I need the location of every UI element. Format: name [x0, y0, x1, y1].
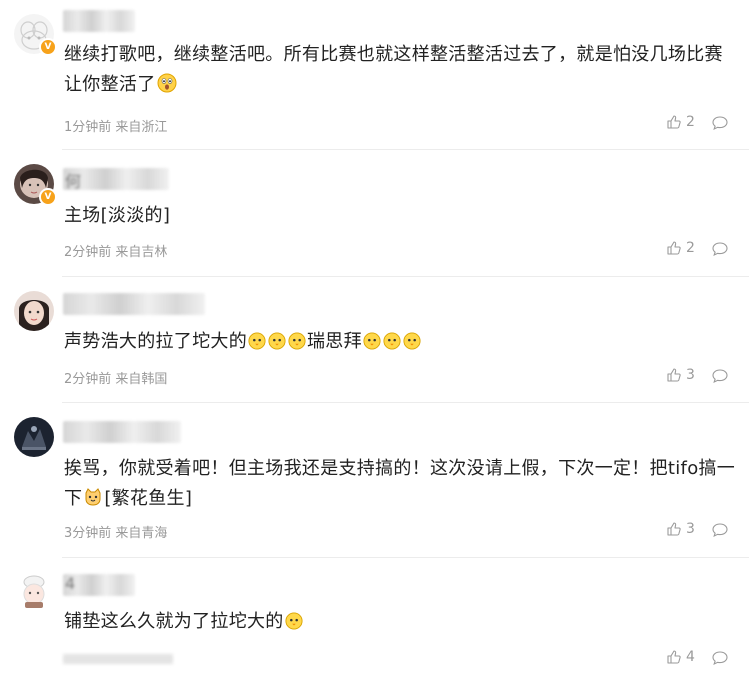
thumbs-up-icon — [667, 522, 681, 536]
like-button[interactable]: 2 — [666, 114, 695, 130]
thumbs-up-icon — [667, 241, 681, 255]
avatar[interactable]: V — [14, 164, 57, 206]
comment-item: 声势浩大的拉了坨大的 瑞思拜 2分钟前 来自韩国 3 — [0, 277, 749, 403]
reply-button[interactable] — [711, 522, 729, 542]
comment-text: 继续打歌吧，继续整活吧。所有比赛也就这样整活整活过去了，就是怕没几场比赛让你整活… — [64, 44, 723, 95]
chick-emoji-icon — [363, 332, 381, 350]
like-button[interactable]: 2 — [666, 240, 695, 256]
location: 来自浙江 — [115, 120, 168, 135]
like-button[interactable]: 4 — [666, 649, 695, 665]
username-blurred[interactable]: 4 — [63, 574, 135, 596]
comment-text: 主场[淡淡的] — [64, 205, 171, 226]
comment-item: V 何 主场[淡淡的] 2分钟前 来自吉林 2 — [0, 150, 749, 277]
username-blurred[interactable]: 何 — [63, 168, 169, 191]
like-count: 2 — [686, 240, 695, 256]
reply-button[interactable] — [711, 650, 729, 670]
reply-button[interactable] — [711, 241, 729, 261]
chick-emoji-icon — [288, 332, 306, 350]
chick-emoji-icon — [383, 332, 401, 350]
timestamp: 2分钟前 — [64, 245, 112, 260]
comment-bubble-icon — [712, 369, 728, 384]
thumbs-up-icon — [667, 650, 681, 664]
comment-bubble-icon — [712, 242, 728, 257]
timestamp: 3分钟前 — [64, 526, 112, 541]
like-count: 4 — [686, 649, 695, 665]
thumbs-up-icon — [667, 368, 681, 382]
username-blurred[interactable] — [63, 293, 205, 315]
chick-emoji-icon — [285, 612, 303, 630]
like-button[interactable]: 3 — [666, 367, 695, 383]
username-blurred[interactable] — [63, 421, 181, 443]
reply-button[interactable] — [711, 115, 729, 135]
comment-meta: 2分钟前 来自韩国 — [64, 368, 167, 387]
comment-bubble-icon — [712, 523, 728, 538]
username-blurred[interactable] — [63, 10, 135, 32]
user-photo-avatar — [14, 417, 54, 457]
comment-meta-blurred — [63, 654, 173, 664]
user-photo-avatar — [14, 572, 54, 612]
comment-meta: 1分钟前 来自浙江 — [64, 116, 167, 135]
like-count: 3 — [686, 367, 695, 383]
comment-text: 挨骂，你就受着吧！但主场我还是支持搞的！这次没请上假，下次一定！把tifo搞一下… — [64, 458, 736, 509]
avatar[interactable] — [14, 572, 54, 612]
like-count: 2 — [686, 114, 695, 130]
comment-meta: 2分钟前 来自吉林 — [64, 241, 167, 260]
comment-item: 挨骂，你就受着吧！但主场我还是支持搞的！这次没请上假，下次一定！把tifo搞一下… — [0, 403, 749, 558]
comment-text: 铺垫这么久就为了拉坨大的 — [64, 607, 736, 637]
location: 来自韩国 — [115, 372, 168, 387]
location: 来自吉林 — [115, 245, 168, 260]
like-count: 3 — [686, 521, 695, 537]
avatar[interactable] — [14, 417, 54, 457]
user-photo-avatar — [14, 291, 54, 331]
cat-emoji-icon — [85, 488, 101, 506]
location: 来自青海 — [115, 526, 168, 541]
reply-button[interactable] — [711, 368, 729, 388]
avatar[interactable]: V — [14, 14, 57, 56]
verified-badge-icon: V — [39, 38, 57, 56]
verified-badge-icon: V — [39, 188, 57, 206]
comment-text: 声势浩大的拉了坨大的 瑞思拜 — [64, 327, 736, 357]
avatar[interactable] — [14, 291, 54, 331]
chick-emoji-icon — [248, 332, 266, 350]
comment-bubble-icon — [712, 651, 728, 666]
comment-meta: 3分钟前 来自青海 — [64, 522, 167, 541]
chick-emoji-icon — [268, 332, 286, 350]
thumbs-up-icon — [667, 115, 681, 129]
timestamp: 2分钟前 — [64, 372, 112, 387]
comment-item: 4 铺垫这么久就为了拉坨大的 4 — [0, 558, 749, 683]
comment-bubble-icon — [712, 116, 728, 131]
comment-item: V 继续打歌吧，继续整活吧。所有比赛也就这样整活整活过去了，就是怕没几场比赛让你… — [0, 0, 749, 150]
timestamp: 1分钟前 — [64, 120, 112, 135]
chick-emoji-icon — [403, 332, 421, 350]
like-button[interactable]: 3 — [666, 521, 695, 537]
surprise-emoji-icon — [157, 73, 176, 93]
